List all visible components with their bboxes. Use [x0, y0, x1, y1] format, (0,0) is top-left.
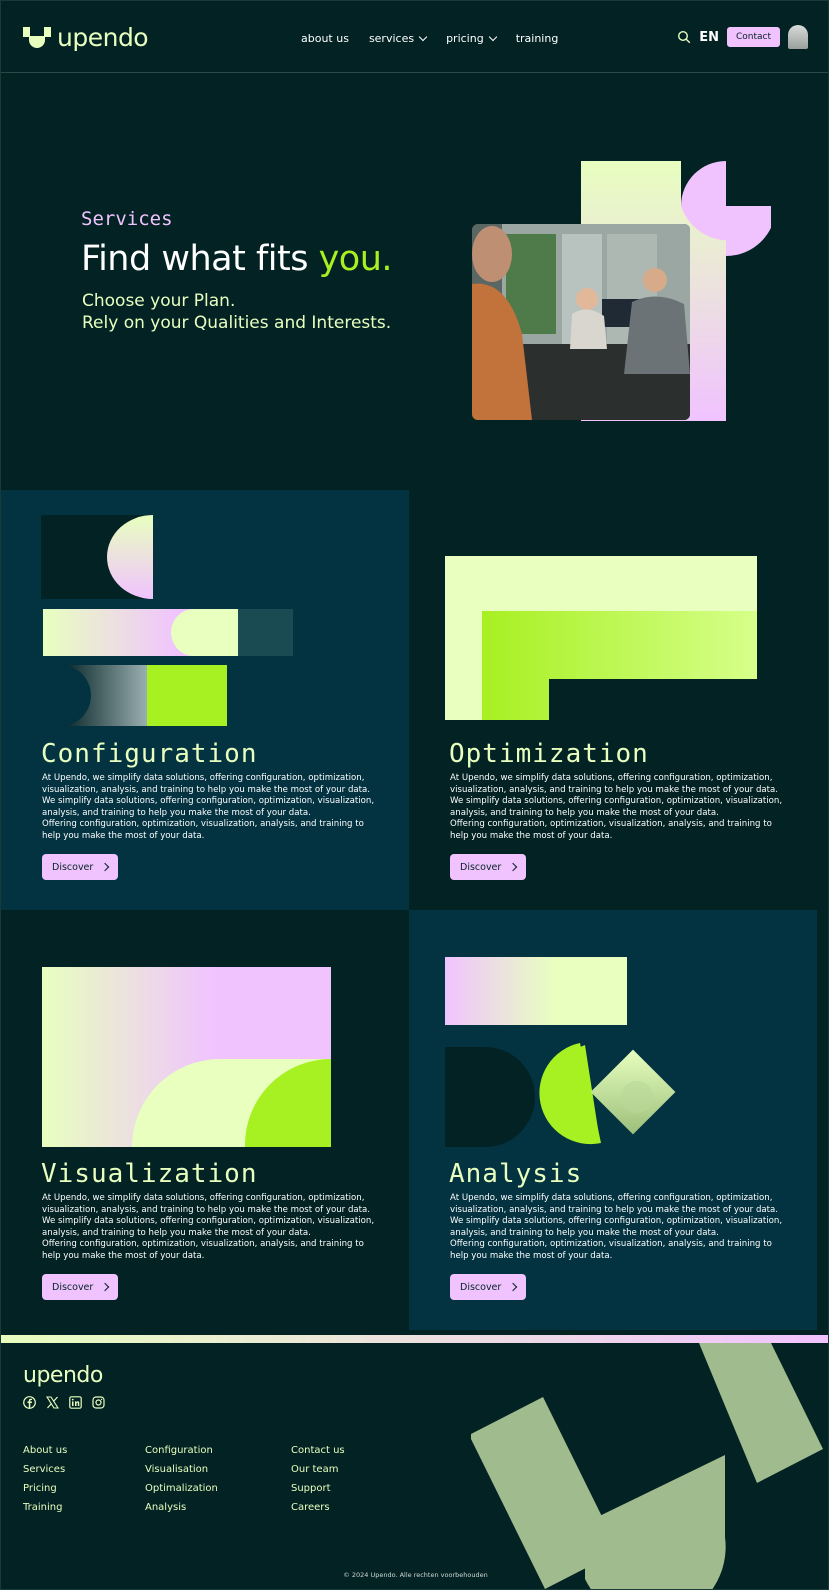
- card-title: Optimization: [449, 739, 649, 769]
- gradient-divider: [1, 1335, 828, 1343]
- service-card-visualization: Visualization At Upendo, we simplify dat…: [1, 910, 409, 1330]
- card-description: At Upendo, we simplify data solutions, o…: [42, 773, 382, 842]
- footer-logo[interactable]: upendo: [23, 1363, 103, 1388]
- card-title: Configuration: [41, 739, 258, 769]
- page-frame: upendo about us services pricing trainin…: [0, 0, 829, 1590]
- hero-title: Find what fits you.: [81, 239, 393, 279]
- nav-about-us[interactable]: about us: [301, 32, 349, 45]
- footer-link[interactable]: Configuration: [145, 1445, 218, 1456]
- card-text-line: At Upendo, we simplify data solutions, o…: [450, 1193, 779, 1215]
- nav-services-label: services: [368, 32, 415, 45]
- nav-pricing-label: pricing: [446, 32, 484, 45]
- upendo-logo-icon: [23, 27, 51, 48]
- chevron-right-icon: [101, 1282, 110, 1292]
- x-icon[interactable]: [45, 1394, 60, 1409]
- discover-label: Discover: [460, 1281, 502, 1293]
- hero-title-main: Find what fits: [81, 239, 319, 279]
- chevron-down-icon: [488, 32, 497, 42]
- card-text-line: Offering configuration, optimization, vi…: [450, 1239, 772, 1261]
- linkedin-icon[interactable]: [69, 1394, 82, 1409]
- discover-button[interactable]: Discover: [450, 1274, 527, 1300]
- nav-pricing[interactable]: pricing: [446, 32, 497, 45]
- card-text-line: Offering configuration, optimization, vi…: [450, 819, 772, 841]
- discover-button[interactable]: Discover: [450, 854, 527, 880]
- card-text-line: At Upendo, we simplify data solutions, o…: [450, 773, 779, 795]
- footer-link[interactable]: Training: [23, 1502, 67, 1513]
- discover-label: Discover: [460, 861, 502, 873]
- chevron-right-icon: [509, 862, 518, 872]
- card-text-line: We simplify data solutions, offering con…: [42, 796, 375, 818]
- site-header: upendo about us services pricing trainin…: [1, 1, 828, 73]
- footer-link[interactable]: Services: [23, 1464, 67, 1475]
- nav-training[interactable]: training: [516, 32, 559, 45]
- visualization-illustration: [42, 967, 331, 1147]
- nav-training-label: training: [515, 32, 559, 45]
- card-description: At Upendo, we simplify data solutions, o…: [450, 773, 790, 842]
- avatar[interactable]: [788, 25, 808, 49]
- hero-photo: [472, 224, 690, 420]
- card-title: Analysis: [449, 1159, 583, 1189]
- discover-button[interactable]: Discover: [42, 1274, 119, 1300]
- footer-link[interactable]: Visualisation: [145, 1464, 218, 1475]
- copyright: © 2024 Upendo. Alle rechten voorbehouden: [343, 1571, 488, 1579]
- optimization-illustration: [445, 556, 757, 721]
- instagram-icon[interactable]: [92, 1394, 105, 1409]
- chevron-right-icon: [101, 862, 110, 872]
- service-card-analysis: Analysis At Upendo, we simplify data sol…: [409, 910, 817, 1330]
- footer-column-services: Configuration Visualisation Optimalizati…: [145, 1445, 218, 1513]
- card-title: Visualization: [41, 1159, 258, 1189]
- hero-title-accent: you.: [318, 239, 393, 279]
- card-text-line: We simplify data solutions, offering con…: [450, 796, 783, 818]
- office-photo-image: [472, 224, 690, 420]
- footer-column-company: About us Services Pricing Training: [23, 1445, 67, 1513]
- card-description: At Upendo, we simplify data solutions, o…: [450, 1193, 790, 1262]
- language-switch[interactable]: EN: [699, 30, 719, 45]
- nav-services[interactable]: services: [368, 32, 428, 45]
- discover-label: Discover: [52, 1281, 94, 1293]
- contact-button[interactable]: Contact: [726, 27, 780, 47]
- discover-label: Discover: [52, 861, 94, 873]
- footer-link[interactable]: Our team: [291, 1464, 345, 1475]
- footer-link[interactable]: Analysis: [145, 1502, 218, 1513]
- chevron-right-icon: [509, 1282, 518, 1292]
- footer-column-contact: Contact us Our team Support Careers: [291, 1445, 345, 1513]
- card-text-line: We simplify data solutions, offering con…: [42, 1216, 375, 1238]
- nav-about-us-label: about us: [301, 32, 349, 45]
- hero-subtitle-line2: Rely on your Qualities and Interests.: [82, 313, 392, 333]
- service-card-optimization: Optimization At Upendo, we simplify data…: [409, 490, 817, 910]
- card-text-line: At Upendo, we simplify data solutions, o…: [42, 1193, 371, 1215]
- facebook-icon[interactable]: [23, 1394, 36, 1409]
- discover-button[interactable]: Discover: [42, 854, 119, 880]
- card-text-line: Offering configuration, optimization, vi…: [42, 819, 364, 841]
- footer-link[interactable]: Pricing: [23, 1483, 67, 1494]
- analysis-illustration: [445, 957, 676, 1147]
- footer-u-logo-graphic: [471, 1343, 823, 1589]
- card-description: At Upendo, we simplify data solutions, o…: [42, 1193, 382, 1262]
- card-text-line: At Upendo, we simplify data solutions, o…: [42, 773, 371, 795]
- configuration-illustration: [41, 515, 293, 726]
- footer-link[interactable]: Careers: [291, 1502, 345, 1513]
- chevron-down-icon: [418, 32, 428, 42]
- logo[interactable]: upendo: [23, 23, 149, 52]
- main-nav: about us services pricing training: [301, 32, 558, 45]
- service-card-configuration: Configuration At Upendo, we simplify dat…: [1, 490, 409, 910]
- footer-link[interactable]: Contact us: [291, 1445, 345, 1456]
- logo-text: upendo: [57, 23, 149, 52]
- search-icon[interactable]: [677, 30, 691, 44]
- header-actions: EN Contact: [677, 25, 808, 49]
- social-links: [23, 1394, 105, 1409]
- hero-eyebrow: Services: [81, 208, 173, 230]
- hero-subtitle: Choose your Plan. Rely on your Qualities…: [82, 290, 391, 334]
- footer-link[interactable]: About us: [23, 1445, 67, 1456]
- card-text-line: Offering configuration, optimization, vi…: [42, 1239, 364, 1261]
- footer-link[interactable]: Optimalization: [145, 1483, 218, 1494]
- card-text-line: We simplify data solutions, offering con…: [450, 1216, 783, 1238]
- hero-subtitle-line1: Choose your Plan.: [82, 291, 236, 311]
- footer-link[interactable]: Support: [291, 1483, 345, 1494]
